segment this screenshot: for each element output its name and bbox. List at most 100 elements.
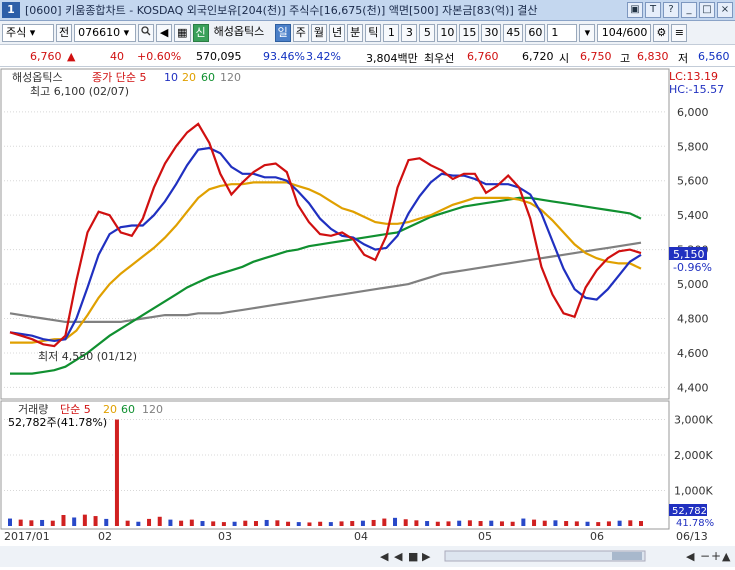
maximize-button[interactable]: □: [699, 2, 715, 18]
help-button[interactable]: ?: [663, 2, 679, 18]
best-bid: 6,720: [522, 50, 554, 63]
volume-bar: [82, 514, 87, 526]
volume-bar: [596, 522, 601, 526]
interval-45[interactable]: 45: [503, 23, 524, 42]
text-tool-button[interactable]: T: [645, 2, 661, 18]
scroll-right-icon[interactable]: ▲: [722, 550, 731, 563]
volume-bar: [585, 521, 590, 526]
volume-bar: [18, 519, 23, 526]
interval-15[interactable]: 15: [459, 23, 480, 42]
volume-bar: [29, 520, 34, 526]
legend-ma5: 종가 단순 5: [92, 71, 146, 84]
interval-10[interactable]: 10: [437, 23, 458, 42]
market-select[interactable]: 주식 ▾: [2, 23, 54, 42]
volume-bar: [510, 521, 515, 526]
volume-bar: [179, 520, 184, 526]
x-tick-label: 2017/01: [4, 530, 50, 543]
play-icon[interactable]: ▶: [422, 550, 431, 563]
tab-minute[interactable]: 분: [347, 23, 364, 42]
trade-volume: 570,095: [196, 50, 242, 63]
info-button[interactable]: ▦: [174, 23, 191, 42]
volume-bar: [168, 519, 173, 526]
volume-bar: [606, 521, 611, 526]
list-button[interactable]: ≡: [671, 23, 688, 42]
last-volume-label: 52,782: [672, 506, 707, 517]
tab-day[interactable]: 일: [274, 23, 291, 42]
minimize-button[interactable]: _: [681, 2, 697, 18]
settings-button[interactable]: ⚙: [653, 23, 670, 42]
credit-badge[interactable]: 신: [192, 23, 209, 42]
volume-bar: [275, 520, 280, 526]
volume-bar: [114, 419, 119, 526]
last-price-pct: -0.96%: [673, 261, 712, 274]
turnover-ratio: 3.42%: [306, 50, 341, 63]
list-icon: ≡: [674, 25, 685, 39]
volume-bar: [296, 522, 301, 526]
price-tick-label: 6,000: [677, 106, 709, 119]
volume-bar: [93, 516, 98, 526]
scrollbar-thumb[interactable]: [612, 552, 642, 560]
interval-input[interactable]: 1: [547, 23, 578, 42]
vol-legend-ma20: 20: [103, 403, 117, 416]
link-icon[interactable]: ▣: [627, 2, 643, 18]
gear-icon: ⚙: [656, 25, 667, 39]
close-button[interactable]: ×: [717, 2, 733, 18]
volume-bar: [125, 520, 130, 526]
tab-tick[interactable]: 틱: [365, 23, 382, 42]
volume-bar: [489, 520, 494, 526]
volume-bar: [478, 521, 483, 526]
volume-bar: [499, 521, 504, 526]
legend-ma120: 120: [220, 71, 241, 84]
interval-1[interactable]: 1: [383, 23, 400, 42]
volume-bar: [542, 520, 547, 526]
volume-bar: [467, 520, 472, 526]
volume-bar: [8, 518, 12, 526]
price-change-pct: +0.60%: [137, 50, 182, 63]
chart-area[interactable]: 6,0005,8005,6005,4005,2005,0004,8004,600…: [0, 68, 735, 567]
zoom-out-icon[interactable]: −: [700, 549, 710, 563]
interval-dropdown-icon[interactable]: ▾: [579, 23, 596, 42]
vol-legend-ma5: 단순 5: [60, 403, 91, 416]
volume-readout: 52,782주(41.78%): [8, 416, 107, 429]
scroll-controls[interactable]: ◀ ◀ ■ ▶ ◀ − + ▲: [0, 546, 735, 567]
volume-bar: [72, 517, 77, 526]
period-button[interactable]: 전: [56, 23, 73, 42]
volume-bar: [243, 520, 248, 526]
interval-60[interactable]: 60: [525, 23, 546, 42]
last-price-label: 5,150: [673, 248, 705, 261]
window-number: 1: [2, 2, 20, 18]
tab-year[interactable]: 년: [329, 23, 346, 42]
stop-icon[interactable]: ■: [408, 550, 418, 563]
volume-bar: [553, 520, 558, 526]
window-title: [0600] 키움종합차트 - KOSDAQ 외국인보유[204(천)] 주식수…: [25, 4, 538, 17]
volume-ratio: 93.46%: [263, 50, 305, 63]
tab-month[interactable]: 월: [310, 23, 328, 42]
chart-canvas[interactable]: 6,0005,8005,6005,4005,2005,0004,8004,600…: [0, 68, 735, 567]
scroll-first-icon[interactable]: ◀: [380, 550, 389, 563]
volume-bar: [221, 522, 226, 526]
scroll-left-icon[interactable]: ◀: [686, 550, 695, 563]
tab-week[interactable]: 주: [292, 23, 309, 42]
interval-5[interactable]: 5: [419, 23, 436, 42]
best-ask: 6,760: [467, 50, 499, 63]
scroll-prev-icon[interactable]: ◀: [394, 550, 403, 563]
stock-code-input[interactable]: 076610 ▾: [74, 23, 137, 42]
price-tick-label: 5,800: [677, 140, 709, 153]
count-field[interactable]: 104/600: [597, 23, 652, 42]
open-price: 6,750: [580, 50, 612, 63]
volume-bar: [382, 518, 387, 526]
interval-30[interactable]: 30: [481, 23, 502, 42]
zoom-in-icon[interactable]: +: [711, 549, 721, 563]
volume-bar: [328, 522, 333, 526]
up-arrow-icon: ▲: [67, 50, 76, 63]
price-tick-label: 4,600: [677, 347, 709, 360]
search-icon: [141, 25, 151, 35]
speaker-button[interactable]: ◀: [156, 23, 173, 42]
interval-3[interactable]: 3: [401, 23, 418, 42]
volume-tick-label: 1,000K: [674, 485, 713, 498]
hc-readout: HC:-15.57: [669, 83, 724, 96]
search-button[interactable]: [138, 23, 155, 42]
legend-ma60: 60: [201, 71, 215, 84]
volume-bar: [40, 519, 45, 526]
market-select-value: 주식: [6, 25, 27, 39]
